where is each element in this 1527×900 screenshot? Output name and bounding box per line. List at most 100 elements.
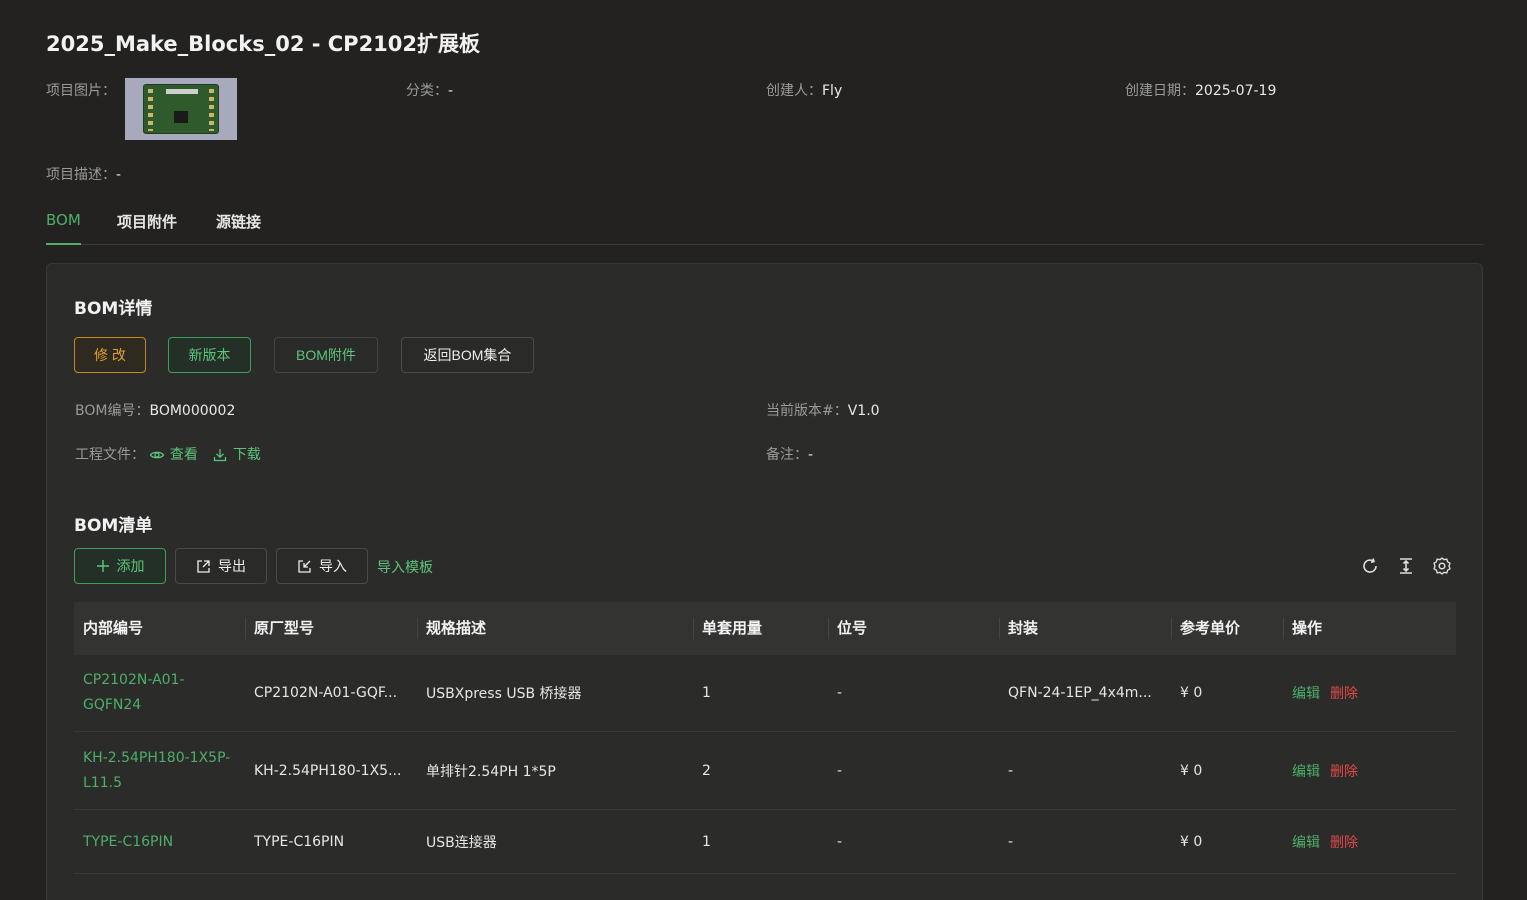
import-template-link[interactable]: 导入模板 [377,557,433,577]
download-icon [214,449,227,462]
bom-list-title: BOM清单 [74,516,153,536]
creator-label: 创建人： [766,83,822,99]
col-actions: 操作 [1283,602,1456,655]
view-label: 查看 [169,447,198,463]
new-version-button[interactable]: 新版本 [168,337,251,373]
col-internal-code[interactable]: 内部编号 [74,602,245,655]
column-height-icon [1400,558,1412,574]
row-spec: 单排针2.54PH 1*5P [426,763,556,780]
version-value: V1.0 [847,403,880,419]
bom-card: BOM详情 修 改 新版本 BOM附件 返回BOM集合 BOM编号：BOM000… [46,263,1483,900]
export-label: 导出 [218,558,246,574]
row-mpn: KH-2.54PH180-1X5... [254,762,402,779]
col-qty[interactable]: 单套用量 [693,602,828,655]
edit-bom-button[interactable]: 修 改 [74,337,146,373]
creator-value: Fly [822,83,843,99]
table-row: TYPE-C16PIN TYPE-C16PIN USB连接器 1 - - ¥ 0… [74,810,1456,874]
project-description: 项目描述：- [46,164,121,184]
row-ref: - [837,762,843,779]
row-price: ¥ 0 [1180,685,1203,701]
table-settings-button[interactable] [1432,556,1452,576]
col-ref[interactable]: 位号 [828,602,999,655]
row-qty: 2 [702,762,711,779]
refresh-icon [1363,558,1377,573]
refresh-button[interactable] [1360,556,1380,576]
row-edit-link[interactable]: 编辑 [1292,832,1320,852]
row-package: - [1008,762,1014,779]
back-to-bom-set-button[interactable]: 返回BOM集合 [401,337,534,373]
current-version: 当前版本#：V1.0 [766,400,880,420]
table-row: KH-2.54PH180-1X5P-L11.5 KH-2.54PH180-1X5… [74,732,1456,810]
row-mpn: CP2102N-A01-GQF... [254,685,398,701]
row-code[interactable]: CP2102N-A01-GQFN24 [74,655,245,731]
row-spec: USBXpress USB 桥接器 [426,686,582,702]
tab-attachments[interactable]: 项目附件 [117,211,177,232]
row-code[interactable]: TYPE-C16PIN [74,810,245,873]
tab-active-indicator [46,243,81,245]
row-delete-link[interactable]: 删除 [1330,761,1358,781]
page-title: 2025_Make_Blocks_02 - CP2102扩展板 [46,32,481,56]
column-height-button[interactable] [1396,556,1416,576]
row-actions: 编辑 删除 [1283,732,1456,809]
row-qty: 1 [702,833,711,850]
view-file-link[interactable]: 查看 [149,447,202,463]
created-value: 2025-07-19 [1195,83,1277,99]
desc-label: 项目描述： [46,167,116,183]
plus-icon [96,560,109,572]
row-delete-link[interactable]: 删除 [1330,832,1358,852]
row-delete-link[interactable]: 删除 [1330,683,1358,703]
gear-icon [1433,557,1451,575]
row-edit-link[interactable]: 编辑 [1292,761,1320,781]
row-ref: - [837,833,843,850]
row-price: ¥ 0 [1180,762,1203,779]
remark-label: 备注： [766,447,808,463]
row-code[interactable]: KH-2.54PH180-1X5P-L11.5 [74,732,245,809]
project-image[interactable] [125,78,237,140]
bom-detail-title: BOM详情 [74,299,153,319]
add-label: 添加 [116,558,145,574]
project-file-label: 工程文件： [75,447,145,463]
created-label: 创建日期： [1125,83,1195,99]
col-price[interactable]: 参考单价 [1171,602,1283,655]
bom-attachments-button[interactable]: BOM附件 [274,337,378,373]
category-label: 分类： [406,83,448,99]
pcb-image [143,84,219,134]
eye-icon [150,451,165,459]
project-file: 工程文件： 查看 下载 [75,444,261,464]
row-edit-link[interactable]: 编辑 [1292,683,1320,703]
export-icon [197,559,210,573]
add-item-button[interactable]: 添加 [74,548,166,584]
bom-table: 内部编号 原厂型号 规格描述 单套用量 位号 封装 参考单价 操作 CP2102… [74,602,1456,874]
row-price: ¥ 0 [1180,833,1203,850]
col-mpn[interactable]: 原厂型号 [245,602,417,655]
page: 2025_Make_Blocks_02 - CP2102扩展板 项目图片： 分类… [0,0,1527,900]
table-row: CP2102N-A01-GQFN24 CP2102N-A01-GQF... US… [74,655,1456,732]
row-ref: - [837,685,843,701]
bom-number-label: BOM编号： [75,403,150,419]
row-spec: USB连接器 [426,834,497,851]
meta-creator: 创建人：Fly [766,80,842,100]
version-label: 当前版本#： [766,403,848,419]
row-package: - [1008,833,1014,850]
row-package: QFN-24-1EP_4x4m... [1008,685,1152,701]
export-button[interactable]: 导出 [175,548,267,584]
category-value: - [448,83,454,99]
col-spec[interactable]: 规格描述 [417,602,693,655]
col-package[interactable]: 封装 [999,602,1171,655]
row-qty: 1 [702,685,711,701]
download-file-link[interactable]: 下载 [212,447,261,463]
import-button[interactable]: 导入 [276,548,368,584]
tab-bar: BOM 项目附件 源链接 [46,208,1484,245]
import-label: 导入 [319,558,347,574]
tab-bom[interactable]: BOM [46,211,81,229]
meta-created-date: 创建日期：2025-07-19 [1125,80,1276,100]
remark-value: - [808,447,814,463]
tab-source-links[interactable]: 源链接 [216,211,261,232]
meta-image: 项目图片： [46,80,116,100]
meta-category: 分类：- [406,80,453,100]
table-header: 内部编号 原厂型号 规格描述 单套用量 位号 封装 参考单价 操作 [74,602,1456,655]
bom-number-value: BOM000002 [149,403,236,419]
bom-number: BOM编号：BOM000002 [75,400,235,420]
row-mpn: TYPE-C16PIN [254,833,345,850]
row-actions: 编辑 删除 [1283,655,1456,731]
